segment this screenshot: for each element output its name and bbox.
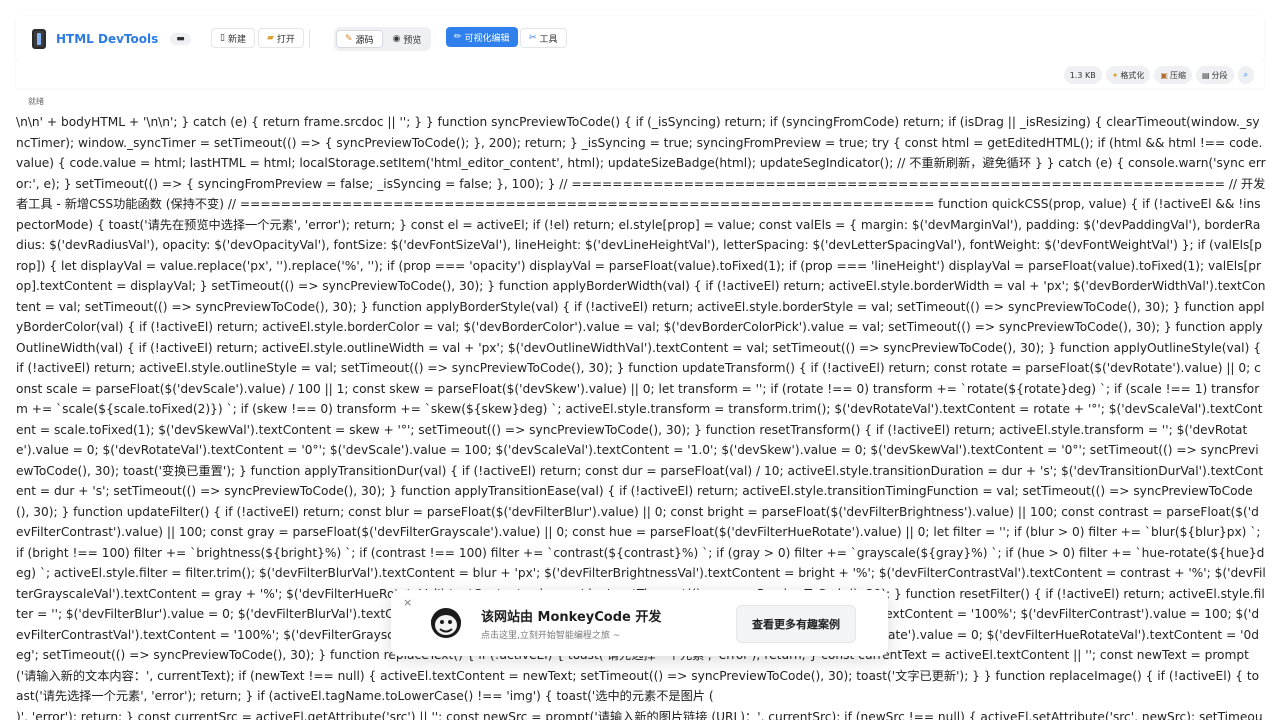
monkey-logo-icon [431, 608, 461, 638]
wrench-icon: ✂ [529, 33, 537, 43]
eye-icon: ◉ [392, 34, 401, 44]
open-label: 打开 [276, 34, 295, 45]
visual-edit-label: 可视化编辑 [464, 33, 510, 44]
toolbar-divider [309, 30, 310, 48]
edit-icon: ✎ [345, 34, 353, 44]
phone-icon [32, 29, 46, 49]
preview-tab[interactable]: ◉ 预览 [385, 30, 430, 48]
segment-label: 分段 [1211, 70, 1228, 80]
pencil-icon: ✏ [454, 32, 462, 42]
source-tab[interactable]: ✎ 源码 [336, 30, 383, 48]
format-label: 格式化 [1120, 70, 1145, 80]
toast-subtitle: 点击这里,立刻开始智能编程之旅 ~ [481, 631, 621, 641]
folder-icon: ▰ [266, 33, 274, 43]
new-button[interactable]: ▯ 新建 [211, 28, 255, 48]
document-icon: ▯ [220, 33, 225, 43]
new-label: 新建 [227, 34, 246, 45]
sparkle-icon: ✦ [1111, 70, 1119, 80]
compress-button[interactable]: ▣ 压缩 [1154, 66, 1192, 84]
segment-button[interactable]: ▤ 分段 [1195, 66, 1234, 84]
compress-label: 压缩 [1169, 70, 1186, 80]
editor-app: HTML DevTools ▬ ▯ 新建 ▰ 打开 ✎ 源码 ◉ 预览 ✏ 可视… [0, 0, 1280, 720]
format-button[interactable]: ✦ 格式化 [1105, 66, 1151, 84]
status-text: 就绪 [28, 97, 44, 106]
file-actions: ▯ 新建 ▰ 打开 [211, 28, 304, 48]
top-toolbar: HTML DevTools ▬ ▯ 新建 ▰ 打开 ✎ 源码 ◉ 预览 ✏ 可视… [16, 16, 1264, 62]
toast-title: 该网站由 MonkeyCode 开发 [481, 610, 662, 625]
promo-toast[interactable]: × 该网站由 MonkeyCode 开发 点击这里,立刻开始智能编程之旅 ~ 查… [391, 590, 888, 656]
visual-edit-button[interactable]: ✏ 可视化编辑 [446, 27, 518, 47]
brand: HTML DevTools ▬ [32, 29, 191, 49]
tools-label: 工具 [539, 34, 558, 45]
editor-subbar: 1.3 KB ✦ 格式化 ▣ 压缩 ▤ 分段 ⌕ [16, 62, 1264, 88]
view-mode-switch: ✎ 源码 ◉ 预览 [334, 27, 432, 51]
open-button[interactable]: ▰ 打开 [257, 28, 304, 48]
more-cases-button[interactable]: 查看更多有趣案例 [736, 605, 856, 643]
preview-label: 预览 [403, 35, 422, 46]
app-badge: ▬ [170, 33, 191, 45]
source-label: 源码 [355, 35, 374, 46]
close-icon[interactable]: × [403, 596, 412, 609]
clipboard-icon: ▤ [1201, 70, 1210, 80]
search-button[interactable]: ⌕ [1237, 66, 1254, 84]
app-title: HTML DevTools [56, 32, 159, 46]
search-icon: ⌕ [1243, 70, 1248, 79]
tools-button[interactable]: ✂ 工具 [520, 28, 567, 48]
size-badge: 1.3 KB [1063, 66, 1102, 84]
package-icon: ▣ [1160, 70, 1168, 80]
